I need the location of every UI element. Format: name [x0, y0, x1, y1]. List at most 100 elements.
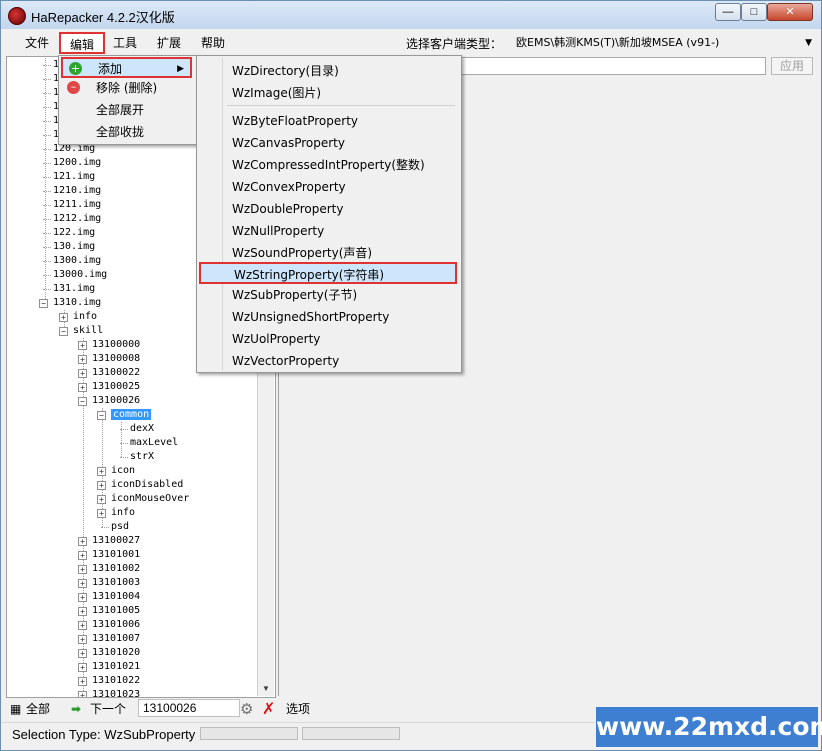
tree-node[interactable]: info: [111, 506, 135, 520]
menu-help[interactable]: 帮助: [197, 34, 229, 52]
expand-icon[interactable]: +: [97, 495, 106, 504]
tree-node-skill[interactable]: 13100008: [92, 352, 140, 366]
submenu-item[interactable]: WzImage(图片): [199, 82, 457, 104]
tree-node-img[interactable]: 1211.img: [53, 198, 101, 212]
submenu-item[interactable]: WzSoundProperty(声音): [199, 242, 457, 264]
collapse-icon[interactable]: −: [78, 397, 87, 406]
tree-node[interactable]: info: [73, 310, 97, 324]
client-type-select[interactable]: 欧EMS\韩测KMS(T)\新加坡MSEA (v91-) ▼: [516, 34, 816, 52]
tree-node-skill[interactable]: 13100022: [92, 366, 140, 380]
collapse-icon[interactable]: −: [97, 411, 106, 420]
tree-node-skill[interactable]: 13100025: [92, 380, 140, 394]
maximize-button[interactable]: □: [741, 3, 767, 21]
submenu-item[interactable]: WzVectorProperty: [199, 350, 457, 372]
submenu-item[interactable]: WzCompressedIntProperty(整数): [199, 154, 457, 176]
tree-node-skill[interactable]: 13101023: [92, 688, 140, 697]
submenu-item[interactable]: WzUnsignedShortProperty: [199, 306, 457, 328]
expand-icon[interactable]: +: [78, 369, 87, 378]
menu-extensions[interactable]: 扩展: [153, 34, 185, 52]
expand-icon[interactable]: +: [78, 663, 87, 672]
property-value-input[interactable]: [461, 57, 766, 75]
tree-node-img[interactable]: 122.img: [53, 226, 95, 240]
tree-node-skill[interactable]: 13100027: [92, 534, 140, 548]
apply-button[interactable]: 应用: [771, 57, 813, 75]
tree-node[interactable]: psd: [111, 520, 129, 534]
submenu-item[interactable]: WzByteFloatProperty: [199, 110, 457, 132]
collapse-icon[interactable]: −: [39, 299, 48, 308]
expand-icon[interactable]: +: [78, 621, 87, 630]
submenu-item[interactable]: WzNullProperty: [199, 220, 457, 242]
scroll-down-arrow-icon[interactable]: ▼: [262, 684, 270, 693]
tree-node-skill[interactable]: 13101004: [92, 590, 140, 604]
tree-node-skill[interactable]: 13101021: [92, 660, 140, 674]
expand-icon[interactable]: +: [78, 691, 87, 697]
menu-item-remove[interactable]: – 移除 (删除): [61, 78, 192, 99]
menu-item-add[interactable]: + 添加 ▶: [61, 57, 192, 78]
close-button[interactable]: ✕: [767, 3, 813, 21]
menu-tools[interactable]: 工具: [109, 34, 141, 52]
collapse-icon[interactable]: −: [59, 327, 68, 336]
expand-icon[interactable]: +: [78, 593, 87, 602]
tree-node-img[interactable]: 131.img: [53, 282, 95, 296]
tree-node[interactable]: icon: [111, 464, 135, 478]
expand-icon[interactable]: +: [78, 677, 87, 686]
tree-node-skill[interactable]: 13101005: [92, 604, 140, 618]
expand-icon[interactable]: +: [78, 565, 87, 574]
submenu-item[interactable]: WzDoubleProperty: [199, 198, 457, 220]
tree-node[interactable]: iconDisabled: [111, 478, 183, 492]
options-label[interactable]: 选项: [286, 701, 310, 717]
expand-icon[interactable]: +: [78, 537, 87, 546]
tree-node-skill[interactable]: 13101022: [92, 674, 140, 688]
expand-icon[interactable]: +: [78, 551, 87, 560]
tree-node[interactable]: dexX: [130, 422, 154, 436]
tree-node-skill[interactable]: 13101020: [92, 646, 140, 660]
tree-node[interactable]: skill: [73, 324, 103, 338]
tree-node-common-selected[interactable]: common: [111, 408, 152, 422]
submenu-item[interactable]: WzConvexProperty: [199, 176, 457, 198]
tree-node-skill[interactable]: 13101006: [92, 618, 140, 632]
tree-node-skill[interactable]: 13100000: [92, 338, 140, 352]
submenu-item[interactable]: WzSubProperty(子节): [199, 284, 457, 306]
search-all-icon[interactable]: ▦: [10, 701, 21, 717]
search-input[interactable]: 13100026: [138, 699, 240, 717]
tree-node-img[interactable]: 1300.img: [53, 254, 101, 268]
gear-icon[interactable]: ⚙: [240, 701, 253, 717]
submenu-item[interactable]: WzDirectory(目录): [199, 60, 457, 82]
tree-node-img[interactable]: 1310.img: [53, 296, 101, 310]
tree-node-img[interactable]: 1212.img: [53, 212, 101, 226]
menu-item-collapse-all[interactable]: 全部收拢: [61, 122, 192, 143]
tree-node-img[interactable]: 13000.img: [53, 268, 107, 282]
search-all-label[interactable]: 全部: [26, 701, 50, 717]
menu-file[interactable]: 文件: [21, 34, 53, 52]
next-label[interactable]: 下一个: [90, 701, 126, 717]
expand-icon[interactable]: +: [78, 341, 87, 350]
expand-icon[interactable]: +: [78, 383, 87, 392]
tree-node-skill[interactable]: 13101001: [92, 548, 140, 562]
expand-icon[interactable]: +: [78, 635, 87, 644]
submenu-item[interactable]: WzStringProperty(字符串): [199, 262, 457, 284]
tree-node-img[interactable]: 1200.img: [53, 156, 101, 170]
expand-icon[interactable]: +: [78, 649, 87, 658]
tree-node[interactable]: strX: [130, 450, 154, 464]
expand-icon[interactable]: +: [78, 355, 87, 364]
menu-item-expand-all[interactable]: 全部展开: [61, 100, 192, 121]
tree-node[interactable]: iconMouseOver: [111, 492, 189, 506]
next-arrow-icon[interactable]: ➡: [71, 701, 81, 717]
expand-icon[interactable]: +: [78, 607, 87, 616]
tree-node-skill[interactable]: 13101007: [92, 632, 140, 646]
expand-icon[interactable]: +: [97, 467, 106, 476]
submenu-item[interactable]: WzCanvasProperty: [199, 132, 457, 154]
tree-node-skill[interactable]: 13101002: [92, 562, 140, 576]
tree-node-img[interactable]: 121.img: [53, 170, 95, 184]
submenu-item[interactable]: WzUolProperty: [199, 328, 457, 350]
menu-edit[interactable]: 编辑: [59, 32, 105, 54]
tree-node[interactable]: maxLevel: [130, 436, 178, 450]
expand-icon[interactable]: +: [97, 509, 106, 518]
minimize-button[interactable]: —: [715, 3, 741, 21]
expand-icon[interactable]: +: [59, 313, 68, 322]
tree-node-skill[interactable]: 13100026: [92, 394, 140, 408]
expand-icon[interactable]: +: [78, 579, 87, 588]
tree-node-img[interactable]: 130.img: [53, 240, 95, 254]
tree-node-img[interactable]: 1210.img: [53, 184, 101, 198]
close-search-icon[interactable]: ✗: [262, 701, 275, 717]
